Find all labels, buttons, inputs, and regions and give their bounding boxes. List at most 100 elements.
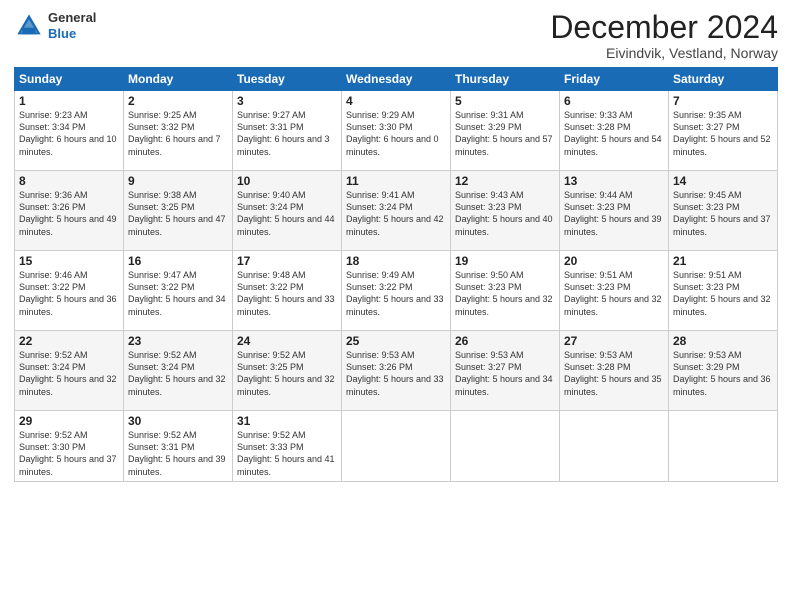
day-info: Sunrise: 9:25 AM Sunset: 3:32 PM Dayligh… (128, 109, 228, 158)
calendar-cell: 11 Sunrise: 9:41 AM Sunset: 3:24 PM Dayl… (342, 171, 451, 251)
day-number: 14 (673, 174, 773, 188)
calendar-cell (342, 411, 451, 482)
calendar-table: Sunday Monday Tuesday Wednesday Thursday… (14, 67, 778, 482)
day-info: Sunrise: 9:51 AM Sunset: 3:23 PM Dayligh… (564, 269, 664, 318)
day-number: 3 (237, 94, 337, 108)
logo-icon (14, 11, 44, 41)
calendar-cell: 14 Sunrise: 9:45 AM Sunset: 3:23 PM Dayl… (669, 171, 778, 251)
calendar-cell: 13 Sunrise: 9:44 AM Sunset: 3:23 PM Dayl… (560, 171, 669, 251)
calendar-cell: 29 Sunrise: 9:52 AM Sunset: 3:30 PM Dayl… (15, 411, 124, 482)
calendar-cell: 27 Sunrise: 9:53 AM Sunset: 3:28 PM Dayl… (560, 331, 669, 411)
day-info: Sunrise: 9:52 AM Sunset: 3:30 PM Dayligh… (19, 429, 119, 478)
logo-general: General (48, 10, 96, 25)
day-number: 29 (19, 414, 119, 428)
location-subtitle: Eivindvik, Vestland, Norway (550, 45, 778, 61)
header-sunday: Sunday (15, 68, 124, 91)
calendar-cell: 1 Sunrise: 9:23 AM Sunset: 3:34 PM Dayli… (15, 91, 124, 171)
calendar-cell: 8 Sunrise: 9:36 AM Sunset: 3:26 PM Dayli… (15, 171, 124, 251)
day-number: 23 (128, 334, 228, 348)
calendar-cell: 10 Sunrise: 9:40 AM Sunset: 3:24 PM Dayl… (233, 171, 342, 251)
calendar-cell: 25 Sunrise: 9:53 AM Sunset: 3:26 PM Dayl… (342, 331, 451, 411)
day-info: Sunrise: 9:50 AM Sunset: 3:23 PM Dayligh… (455, 269, 555, 318)
day-info: Sunrise: 9:48 AM Sunset: 3:22 PM Dayligh… (237, 269, 337, 318)
calendar-cell: 3 Sunrise: 9:27 AM Sunset: 3:31 PM Dayli… (233, 91, 342, 171)
day-number: 15 (19, 254, 119, 268)
day-info: Sunrise: 9:52 AM Sunset: 3:24 PM Dayligh… (128, 349, 228, 398)
day-info: Sunrise: 9:23 AM Sunset: 3:34 PM Dayligh… (19, 109, 119, 158)
day-number: 26 (455, 334, 555, 348)
calendar-cell: 7 Sunrise: 9:35 AM Sunset: 3:27 PM Dayli… (669, 91, 778, 171)
day-info: Sunrise: 9:27 AM Sunset: 3:31 PM Dayligh… (237, 109, 337, 158)
day-number: 22 (19, 334, 119, 348)
calendar-cell: 23 Sunrise: 9:52 AM Sunset: 3:24 PM Dayl… (124, 331, 233, 411)
day-number: 8 (19, 174, 119, 188)
header-monday: Monday (124, 68, 233, 91)
day-info: Sunrise: 9:47 AM Sunset: 3:22 PM Dayligh… (128, 269, 228, 318)
calendar-cell: 6 Sunrise: 9:33 AM Sunset: 3:28 PM Dayli… (560, 91, 669, 171)
day-info: Sunrise: 9:31 AM Sunset: 3:29 PM Dayligh… (455, 109, 555, 158)
header-tuesday: Tuesday (233, 68, 342, 91)
logo-text: General Blue (48, 10, 96, 41)
calendar-cell: 15 Sunrise: 9:46 AM Sunset: 3:22 PM Dayl… (15, 251, 124, 331)
day-info: Sunrise: 9:43 AM Sunset: 3:23 PM Dayligh… (455, 189, 555, 238)
day-number: 16 (128, 254, 228, 268)
calendar-cell: 26 Sunrise: 9:53 AM Sunset: 3:27 PM Dayl… (451, 331, 560, 411)
day-info: Sunrise: 9:52 AM Sunset: 3:24 PM Dayligh… (19, 349, 119, 398)
day-number: 18 (346, 254, 446, 268)
day-info: Sunrise: 9:35 AM Sunset: 3:27 PM Dayligh… (673, 109, 773, 158)
day-info: Sunrise: 9:29 AM Sunset: 3:30 PM Dayligh… (346, 109, 446, 158)
day-info: Sunrise: 9:33 AM Sunset: 3:28 PM Dayligh… (564, 109, 664, 158)
day-number: 4 (346, 94, 446, 108)
title-block: December 2024 Eivindvik, Vestland, Norwa… (550, 10, 778, 61)
day-number: 31 (237, 414, 337, 428)
day-number: 21 (673, 254, 773, 268)
weekday-header-row: Sunday Monday Tuesday Wednesday Thursday… (15, 68, 778, 91)
day-number: 20 (564, 254, 664, 268)
calendar-cell: 30 Sunrise: 9:52 AM Sunset: 3:31 PM Dayl… (124, 411, 233, 482)
logo: General Blue (14, 10, 96, 41)
day-number: 1 (19, 94, 119, 108)
day-number: 5 (455, 94, 555, 108)
header: General Blue December 2024 Eivindvik, Ve… (14, 10, 778, 61)
day-number: 2 (128, 94, 228, 108)
day-number: 24 (237, 334, 337, 348)
day-info: Sunrise: 9:53 AM Sunset: 3:29 PM Dayligh… (673, 349, 773, 398)
day-info: Sunrise: 9:44 AM Sunset: 3:23 PM Dayligh… (564, 189, 664, 238)
day-number: 6 (564, 94, 664, 108)
day-number: 27 (564, 334, 664, 348)
calendar-cell: 16 Sunrise: 9:47 AM Sunset: 3:22 PM Dayl… (124, 251, 233, 331)
day-info: Sunrise: 9:45 AM Sunset: 3:23 PM Dayligh… (673, 189, 773, 238)
header-thursday: Thursday (451, 68, 560, 91)
day-info: Sunrise: 9:52 AM Sunset: 3:31 PM Dayligh… (128, 429, 228, 478)
header-saturday: Saturday (669, 68, 778, 91)
day-info: Sunrise: 9:53 AM Sunset: 3:28 PM Dayligh… (564, 349, 664, 398)
day-number: 30 (128, 414, 228, 428)
day-number: 17 (237, 254, 337, 268)
calendar-cell: 20 Sunrise: 9:51 AM Sunset: 3:23 PM Dayl… (560, 251, 669, 331)
day-number: 7 (673, 94, 773, 108)
calendar-cell: 5 Sunrise: 9:31 AM Sunset: 3:29 PM Dayli… (451, 91, 560, 171)
day-info: Sunrise: 9:52 AM Sunset: 3:33 PM Dayligh… (237, 429, 337, 478)
day-info: Sunrise: 9:53 AM Sunset: 3:26 PM Dayligh… (346, 349, 446, 398)
day-number: 10 (237, 174, 337, 188)
calendar-cell (669, 411, 778, 482)
calendar-cell: 19 Sunrise: 9:50 AM Sunset: 3:23 PM Dayl… (451, 251, 560, 331)
calendar-cell: 22 Sunrise: 9:52 AM Sunset: 3:24 PM Dayl… (15, 331, 124, 411)
day-info: Sunrise: 9:40 AM Sunset: 3:24 PM Dayligh… (237, 189, 337, 238)
day-number: 25 (346, 334, 446, 348)
header-friday: Friday (560, 68, 669, 91)
day-info: Sunrise: 9:46 AM Sunset: 3:22 PM Dayligh… (19, 269, 119, 318)
day-info: Sunrise: 9:53 AM Sunset: 3:27 PM Dayligh… (455, 349, 555, 398)
calendar-cell (560, 411, 669, 482)
page: General Blue December 2024 Eivindvik, Ve… (0, 0, 792, 612)
calendar-cell: 2 Sunrise: 9:25 AM Sunset: 3:32 PM Dayli… (124, 91, 233, 171)
calendar-cell: 21 Sunrise: 9:51 AM Sunset: 3:23 PM Dayl… (669, 251, 778, 331)
calendar-cell: 28 Sunrise: 9:53 AM Sunset: 3:29 PM Dayl… (669, 331, 778, 411)
day-number: 11 (346, 174, 446, 188)
day-number: 9 (128, 174, 228, 188)
day-info: Sunrise: 9:41 AM Sunset: 3:24 PM Dayligh… (346, 189, 446, 238)
month-title: December 2024 (550, 10, 778, 45)
calendar-cell: 9 Sunrise: 9:38 AM Sunset: 3:25 PM Dayli… (124, 171, 233, 251)
header-wednesday: Wednesday (342, 68, 451, 91)
day-number: 28 (673, 334, 773, 348)
